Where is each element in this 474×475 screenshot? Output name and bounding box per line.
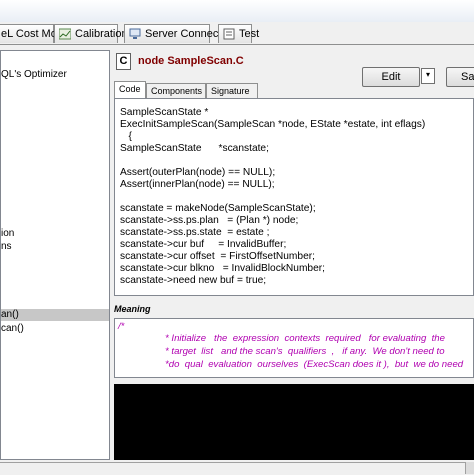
server-connection-icon [129, 28, 141, 40]
tab-code[interactable]: Code [114, 81, 146, 99]
meaning-label: Meaning [114, 304, 151, 314]
c-file-icon: C [116, 53, 131, 70]
window-title-bar [0, 0, 474, 23]
code-line: ExecInitSampleScan(SampleScan *node, ESt… [120, 119, 426, 130]
code-line: scanstate->need new buf = true; [120, 275, 267, 286]
tab-components[interactable]: Components [146, 83, 206, 98]
tab-test[interactable]: Test [218, 24, 259, 43]
tab-label: Components [151, 86, 203, 96]
tab-calibration[interactable]: Calibration [54, 24, 128, 43]
dropdown-icon[interactable]: ▾ [421, 68, 435, 84]
code-editor[interactable]: SampleScanState * ExecInitSampleScan(Sam… [114, 98, 474, 296]
node-title: node SampleScan.C [138, 55, 244, 67]
code-line: scanstate->cur offset = FirstOffsetNumbe… [120, 251, 315, 262]
tree-pane[interactable]: QL's Optimizer ion ns an() can() [0, 50, 110, 460]
code-line: scanstate = makeNode(SampleScanState); [120, 203, 316, 214]
code-line: scanstate->ss.ps.state = estate ; [120, 227, 270, 238]
code-line: SampleScanState *scanstate; [120, 143, 269, 154]
horizontal-scrollbar-handle[interactable] [465, 462, 474, 474]
meaning-text-area[interactable]: /* * Initialize the expression contexts … [114, 318, 474, 378]
status-bar [0, 462, 474, 475]
comment-line: /* [118, 321, 125, 332]
tab-cost-model[interactable]: eL Cost Model [0, 24, 72, 43]
tree-item[interactable]: QL's Optimizer [1, 69, 67, 81]
tab-label: Calibration [75, 28, 128, 40]
tab-label: Test [239, 28, 260, 40]
comment-line: * Initialize the expression contexts req… [165, 333, 445, 344]
save-button-label: Sav [461, 71, 474, 83]
save-button[interactable]: Sav [446, 67, 474, 87]
comment-line: *do qual evaluation ourselves (ExecScan … [165, 359, 464, 370]
code-line: scanstate->cur blkno = InvalidBlockNumbe… [120, 263, 325, 274]
code-line: Assert(outerPlan(node) == NULL); [120, 167, 276, 178]
code-line: Assert(innerPlan(node) == NULL); [120, 179, 275, 190]
tree-item[interactable]: can() [1, 323, 24, 335]
code-line: scanstate->ss.ps.plan = (Plan *) node; [120, 215, 299, 226]
code-line: scanstate->cur buf = InvalidBuffer; [120, 239, 287, 250]
tree-item[interactable]: ns [1, 241, 12, 253]
tree-item-selected[interactable]: an() [1, 309, 109, 321]
code-line: SampleScanState * [120, 107, 209, 118]
tab-label: Signature [211, 86, 250, 96]
tab-signature[interactable]: Signature [206, 83, 258, 98]
comment-line: * target list and the scan's qualifiers … [165, 346, 445, 357]
code-line: { [120, 131, 132, 142]
edit-button[interactable]: Edit [362, 67, 420, 87]
tree-item[interactable]: ion [1, 228, 14, 240]
tab-label: Code [119, 84, 141, 94]
tab-server-connection[interactable]: Server Connection [124, 24, 236, 43]
main-tab-strip: eL Cost Model Calibration Server Connect… [0, 22, 474, 45]
chart-icon [58, 28, 72, 40]
test-icon [223, 28, 235, 40]
console-output-area[interactable] [114, 384, 474, 460]
edit-button-label: Edit [381, 71, 401, 83]
